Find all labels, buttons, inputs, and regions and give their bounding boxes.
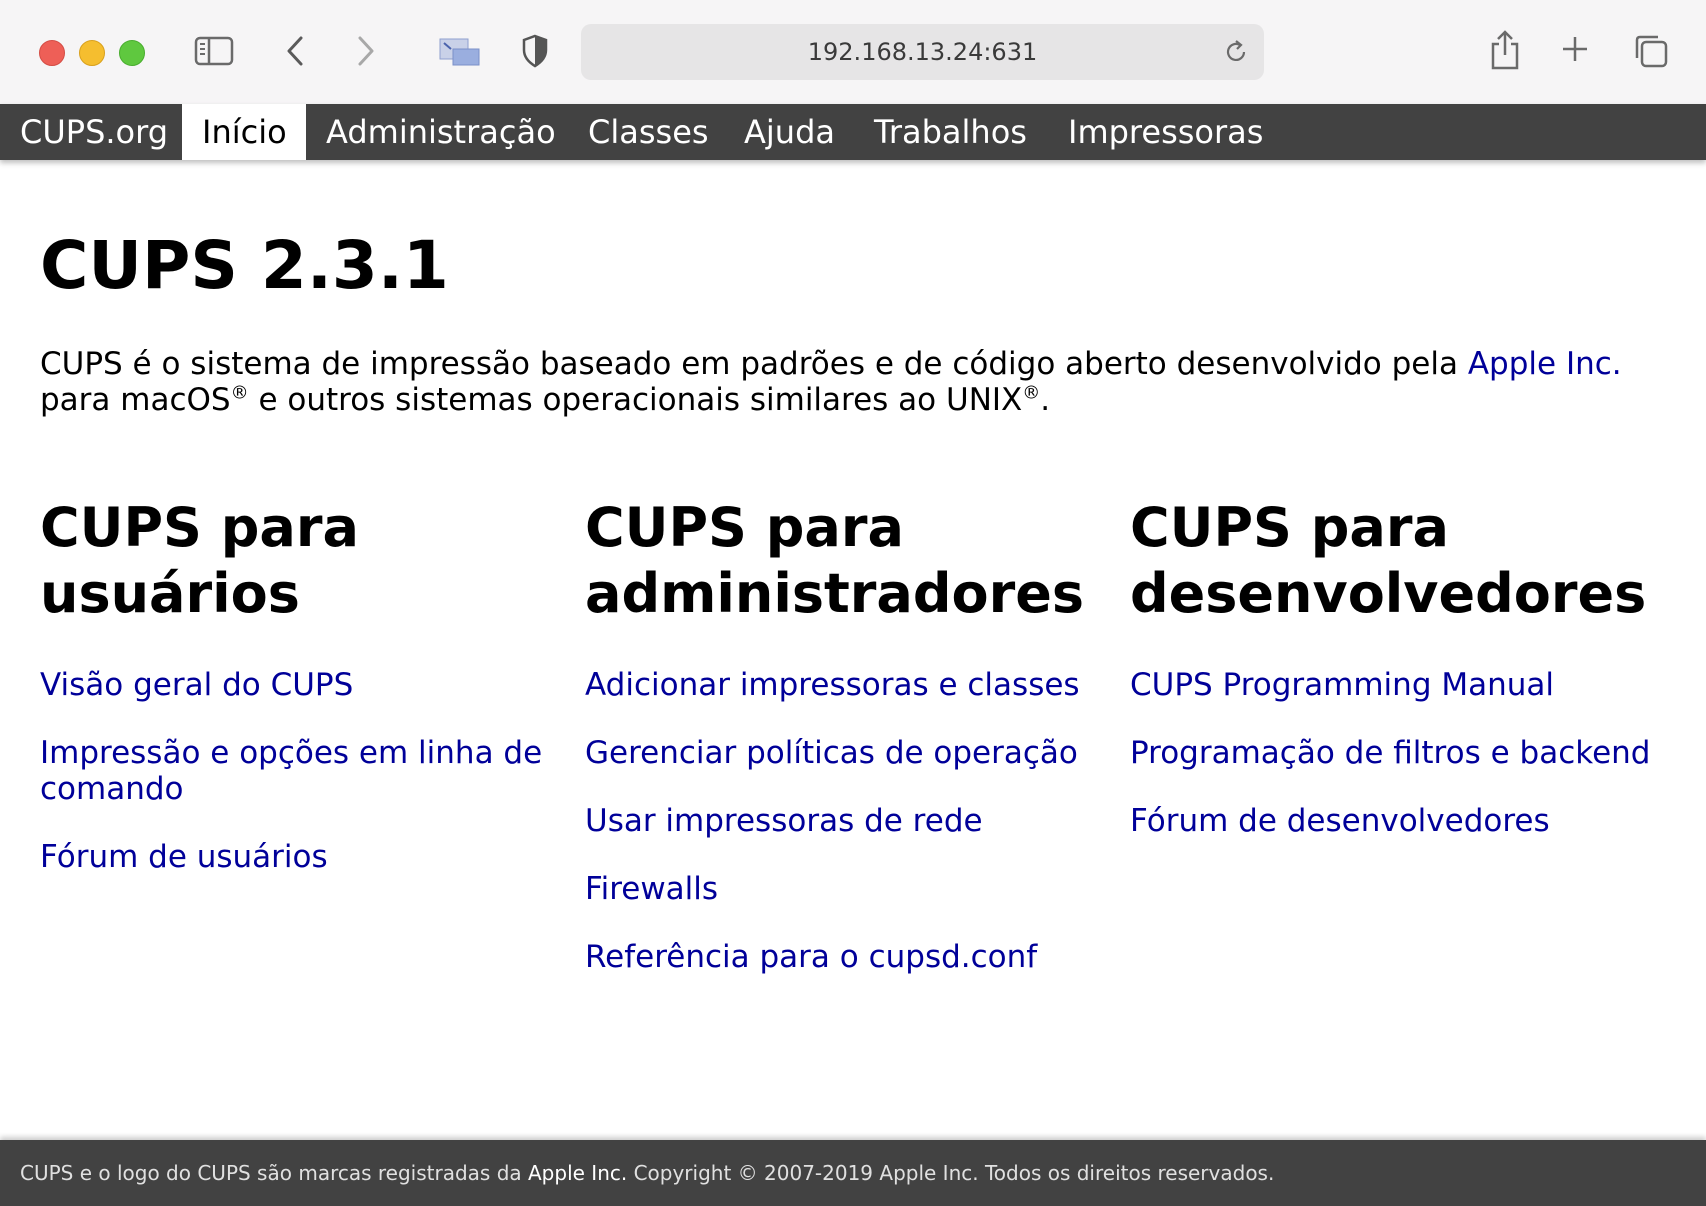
plus-icon[interactable] [1560,34,1590,64]
nav-trabalhos[interactable]: Trabalhos [854,104,1054,160]
footer-copyright: CUPS e o logo do CUPS são marcas registr… [20,1161,1275,1185]
column-title: CUPS para desenvolvedores [1130,496,1647,625]
link-network-printers[interactable]: Usar impressoras de rede [585,803,1100,839]
link-list: Adicionar impressoras e classes Gerencia… [585,667,1100,975]
column-title: CUPS para usuários [40,496,359,625]
browser-toolbar: 192.168.13.24:631 [0,0,1706,105]
chevron-left-icon[interactable] [280,32,310,70]
zoom-window-button[interactable] [119,40,145,66]
address-bar[interactable]: 192.168.13.24:631 [581,24,1264,80]
link-list: Visão geral do CUPS Impressão e opções e… [40,667,555,875]
tabs-overview-icon[interactable] [1632,32,1670,70]
intro-text-3: e outros sistemas operacionais similares… [248,382,1023,418]
link-add-printers[interactable]: Adicionar impressoras e classes [585,667,1100,703]
intro-paragraph: CUPS é o sistema de impressão baseado em… [40,346,1680,418]
footer-apple-link[interactable]: Apple Inc. [528,1161,627,1185]
link-programming-manual[interactable]: CUPS Programming Manual [1130,667,1690,703]
link-firewalls[interactable]: Firewalls [585,871,1100,907]
link-cupsd-conf[interactable]: Referência para o cupsd.conf [585,939,1100,975]
column-title: CUPS para administradores [585,496,1084,625]
link-command-line-printing[interactable]: Impressão e opções em linha de comando [40,735,555,807]
column-users: CUPS para usuários Visão geral do CUPS Im… [40,495,555,907]
intro-text-4: . [1040,382,1051,418]
minimize-window-button[interactable] [79,40,105,66]
cups-nav-bar: CUPS.org Início Administração Classes Aj… [0,104,1706,160]
share-icon[interactable] [1488,28,1522,72]
reload-icon[interactable] [1224,38,1250,66]
registered-mark: ® [1022,382,1041,404]
intro-text-1: CUPS é o sistema de impressão baseado em… [40,346,1468,382]
nav-ajuda[interactable]: Ajuda [724,104,864,160]
column-administrators: CUPS para administradores Adicionar impre… [585,495,1100,1007]
link-developers-forum[interactable]: Fórum de desenvolvedores [1130,803,1690,839]
screen-share-icon[interactable] [438,34,482,70]
close-window-button[interactable] [39,40,65,66]
nav-administracao[interactable]: Administração [306,104,556,160]
page-title: CUPS 2.3.1 [40,227,449,304]
nav-inicio[interactable]: Início [182,104,306,160]
footer: CUPS e o logo do CUPS são marcas registr… [0,1140,1706,1206]
intro-text-2: para macOS [40,382,231,418]
column-developers: CUPS para desenvolvedores CUPS Programmin… [1130,495,1690,871]
link-filters-backend[interactable]: Programação de filtros e backend [1130,735,1690,771]
apple-inc-link[interactable]: Apple Inc. [1468,346,1622,382]
nav-impressoras[interactable]: Impressoras [1048,104,1288,160]
url-text[interactable]: 192.168.13.24:631 [581,24,1264,80]
link-overview[interactable]: Visão geral do CUPS [40,667,555,703]
link-list: CUPS Programming Manual Programação de f… [1130,667,1690,839]
link-users-forum[interactable]: Fórum de usuários [40,839,555,875]
sidebar-icon[interactable] [193,32,235,70]
chevron-right-icon[interactable] [351,32,381,70]
registered-mark: ® [230,382,249,404]
link-operation-policies[interactable]: Gerenciar políticas de operação [585,735,1100,771]
nav-classes[interactable]: Classes [568,104,728,160]
shield-icon[interactable] [520,31,550,71]
nav-cups-org[interactable]: CUPS.org [0,104,182,160]
